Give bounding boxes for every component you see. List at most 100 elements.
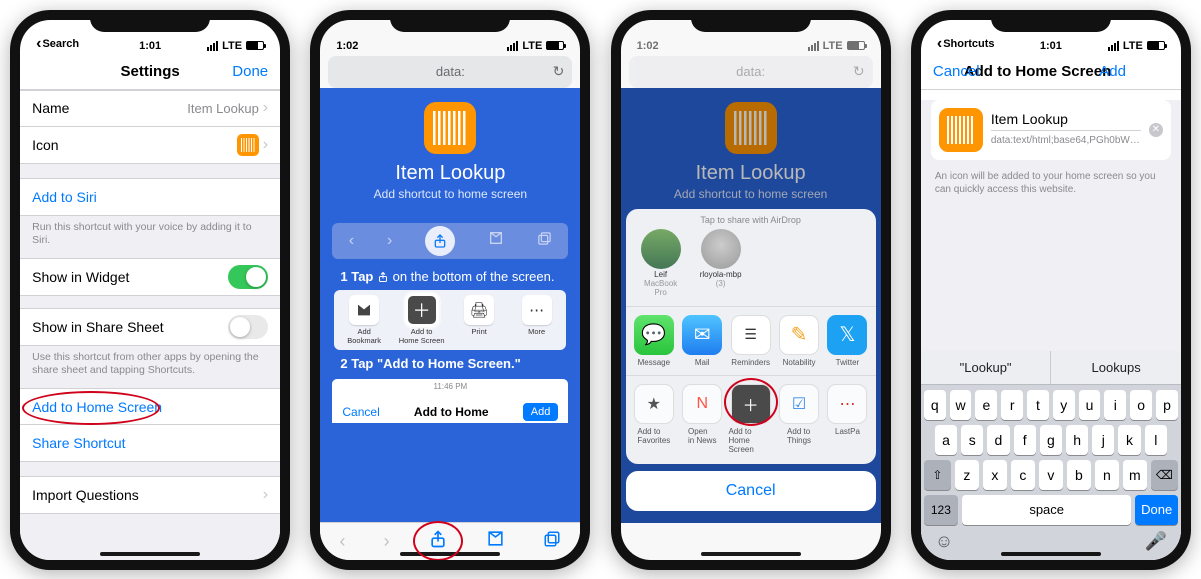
key-q[interactable]: q	[924, 390, 946, 420]
key-p[interactable]: p	[1156, 390, 1178, 420]
key-m[interactable]: m	[1123, 460, 1147, 490]
key-g[interactable]: g	[1040, 425, 1062, 455]
key-h[interactable]: h	[1066, 425, 1088, 455]
action-favorites[interactable]: ★Add to Favorites	[632, 384, 676, 454]
key-y[interactable]: y	[1053, 390, 1075, 420]
key-b[interactable]: b	[1067, 460, 1091, 490]
share-notability[interactable]: ✎Notability	[777, 315, 821, 367]
name-field[interactable]	[991, 108, 1141, 130]
key-e[interactable]: e	[975, 390, 997, 420]
share-shortcut-button[interactable]: Share Shortcut	[20, 425, 280, 461]
share-icon	[425, 226, 455, 256]
status-time: 1:02	[336, 40, 358, 52]
action-add-home[interactable]: ＋Add to Home Screen	[728, 384, 772, 454]
airdrop-contact-2[interactable]: rloyola-mbp(3)	[698, 229, 744, 297]
row-name[interactable]: Name Item Lookup ›	[20, 91, 280, 127]
instruction-panel: Item Lookup Add shortcut to home screen …	[320, 88, 580, 523]
key-backspace[interactable]: ⌫	[1151, 460, 1178, 490]
key-f[interactable]: f	[1014, 425, 1036, 455]
key-a[interactable]: a	[935, 425, 957, 455]
nav-bar: Settings Done	[20, 54, 280, 90]
key-space[interactable]: space	[962, 495, 1132, 525]
mic-icon[interactable]: 🎤	[1144, 531, 1166, 552]
airdrop-contact-1[interactable]: LeifMacBook Pro	[638, 229, 684, 297]
suggestion-bar: "Lookup" Lookups	[921, 351, 1181, 385]
action-things[interactable]: ☑︎Add to Things	[777, 384, 821, 454]
key-t[interactable]: t	[1027, 390, 1049, 420]
cancel-button[interactable]: Cancel	[626, 471, 876, 511]
key-v[interactable]: v	[1039, 460, 1063, 490]
import-label: Import Questions	[32, 487, 263, 503]
import-questions-button[interactable]: Import Questions ›	[20, 477, 280, 513]
done-button[interactable]: Done	[232, 63, 268, 80]
key-r[interactable]: r	[1001, 390, 1023, 420]
add-to-home-screen-button[interactable]: Add to Home Screen	[20, 389, 280, 425]
share-icon[interactable]	[428, 529, 448, 554]
share-twitter[interactable]: 𝕏Twitter	[825, 315, 869, 367]
cancel-button[interactable]: Cancel	[933, 63, 980, 80]
forward-icon[interactable]: ›	[384, 531, 390, 552]
action-news[interactable]: NOpen in News	[680, 384, 724, 454]
suggestion-2[interactable]: Lookups	[1051, 351, 1181, 384]
action-lastpass[interactable]: ⋯LastPa	[825, 384, 869, 454]
phone-1-settings: ‹Search 1:01 LTE Settings Done Name Item…	[10, 10, 290, 570]
sharesheet-switch[interactable]	[228, 315, 268, 339]
share-messages[interactable]: 💬Message	[632, 315, 676, 367]
app-share-row: 💬Message ✉︎Mail ☰Reminders ✎Notability 𝕏…	[626, 307, 876, 376]
share-mail[interactable]: ✉︎Mail	[680, 315, 724, 367]
key-shift[interactable]: ⇧	[924, 460, 951, 490]
home-indicator[interactable]	[701, 552, 801, 556]
key-w[interactable]: w	[950, 390, 972, 420]
row-show-widget[interactable]: Show in Widget	[20, 259, 280, 295]
phone-4-add-to-home: ‹Shortcuts 1:01 LTE Cancel Add to Home S…	[911, 10, 1191, 570]
home-indicator[interactable]	[100, 552, 200, 556]
barcode-icon	[433, 111, 467, 145]
back-caret-icon[interactable]: ‹	[36, 36, 41, 52]
forward-icon: ›	[387, 232, 392, 250]
key-x[interactable]: x	[983, 460, 1007, 490]
emoji-icon[interactable]: ☺	[935, 531, 953, 552]
widget-switch[interactable]	[228, 265, 268, 289]
address-bar[interactable]: data: ↻	[328, 56, 572, 88]
key-z[interactable]: z	[955, 460, 979, 490]
back-caret-icon[interactable]: ‹	[937, 36, 942, 52]
status-time: 1:02	[637, 40, 659, 52]
key-done[interactable]: Done	[1135, 495, 1177, 525]
avatar-icon	[701, 229, 741, 269]
siri-footer: Run this shortcut with your voice by add…	[20, 216, 280, 258]
key-s[interactable]: s	[961, 425, 983, 455]
suggestion-1[interactable]: "Lookup"	[921, 351, 1052, 384]
key-d[interactable]: d	[987, 425, 1009, 455]
key-k[interactable]: k	[1118, 425, 1140, 455]
back-label[interactable]: Shortcuts	[943, 38, 994, 50]
back-label[interactable]: Search	[42, 38, 79, 50]
key-u[interactable]: u	[1079, 390, 1101, 420]
key-j[interactable]: j	[1092, 425, 1114, 455]
key-n[interactable]: n	[1095, 460, 1119, 490]
add-button[interactable]: Add	[1099, 63, 1126, 80]
key-o[interactable]: o	[1130, 390, 1152, 420]
sharesheet-footer: Use this shortcut from other apps by ope…	[20, 346, 280, 388]
row-share-sheet[interactable]: Show in Share Sheet	[20, 309, 280, 345]
home-indicator[interactable]	[1001, 552, 1101, 556]
shortcut-icon	[424, 102, 476, 154]
key-123[interactable]: 123	[924, 495, 958, 525]
key-i[interactable]: i	[1104, 390, 1126, 420]
keyboard: "Lookup" Lookups qwertyuiop asdfghjkl ⇧ …	[921, 351, 1181, 560]
share-reminders[interactable]: ☰Reminders	[728, 315, 772, 367]
clear-icon[interactable]: ✕	[1149, 123, 1163, 137]
name-value: Item Lookup	[187, 101, 259, 116]
reload-icon[interactable]: ↻	[553, 63, 565, 80]
key-l[interactable]: l	[1145, 425, 1167, 455]
bookmarks-icon	[488, 230, 504, 251]
battery-icon	[847, 41, 865, 50]
battery-icon	[1147, 41, 1165, 50]
home-indicator[interactable]	[400, 552, 500, 556]
back-icon[interactable]: ‹	[339, 531, 345, 552]
key-c[interactable]: c	[1011, 460, 1035, 490]
add-to-siri-button[interactable]: Add to Siri	[20, 179, 280, 215]
chevron-right-icon: ›	[263, 136, 268, 154]
bookmarks-icon[interactable]	[486, 529, 505, 553]
tabs-icon[interactable]	[543, 530, 561, 553]
row-icon[interactable]: Icon ›	[20, 127, 280, 163]
